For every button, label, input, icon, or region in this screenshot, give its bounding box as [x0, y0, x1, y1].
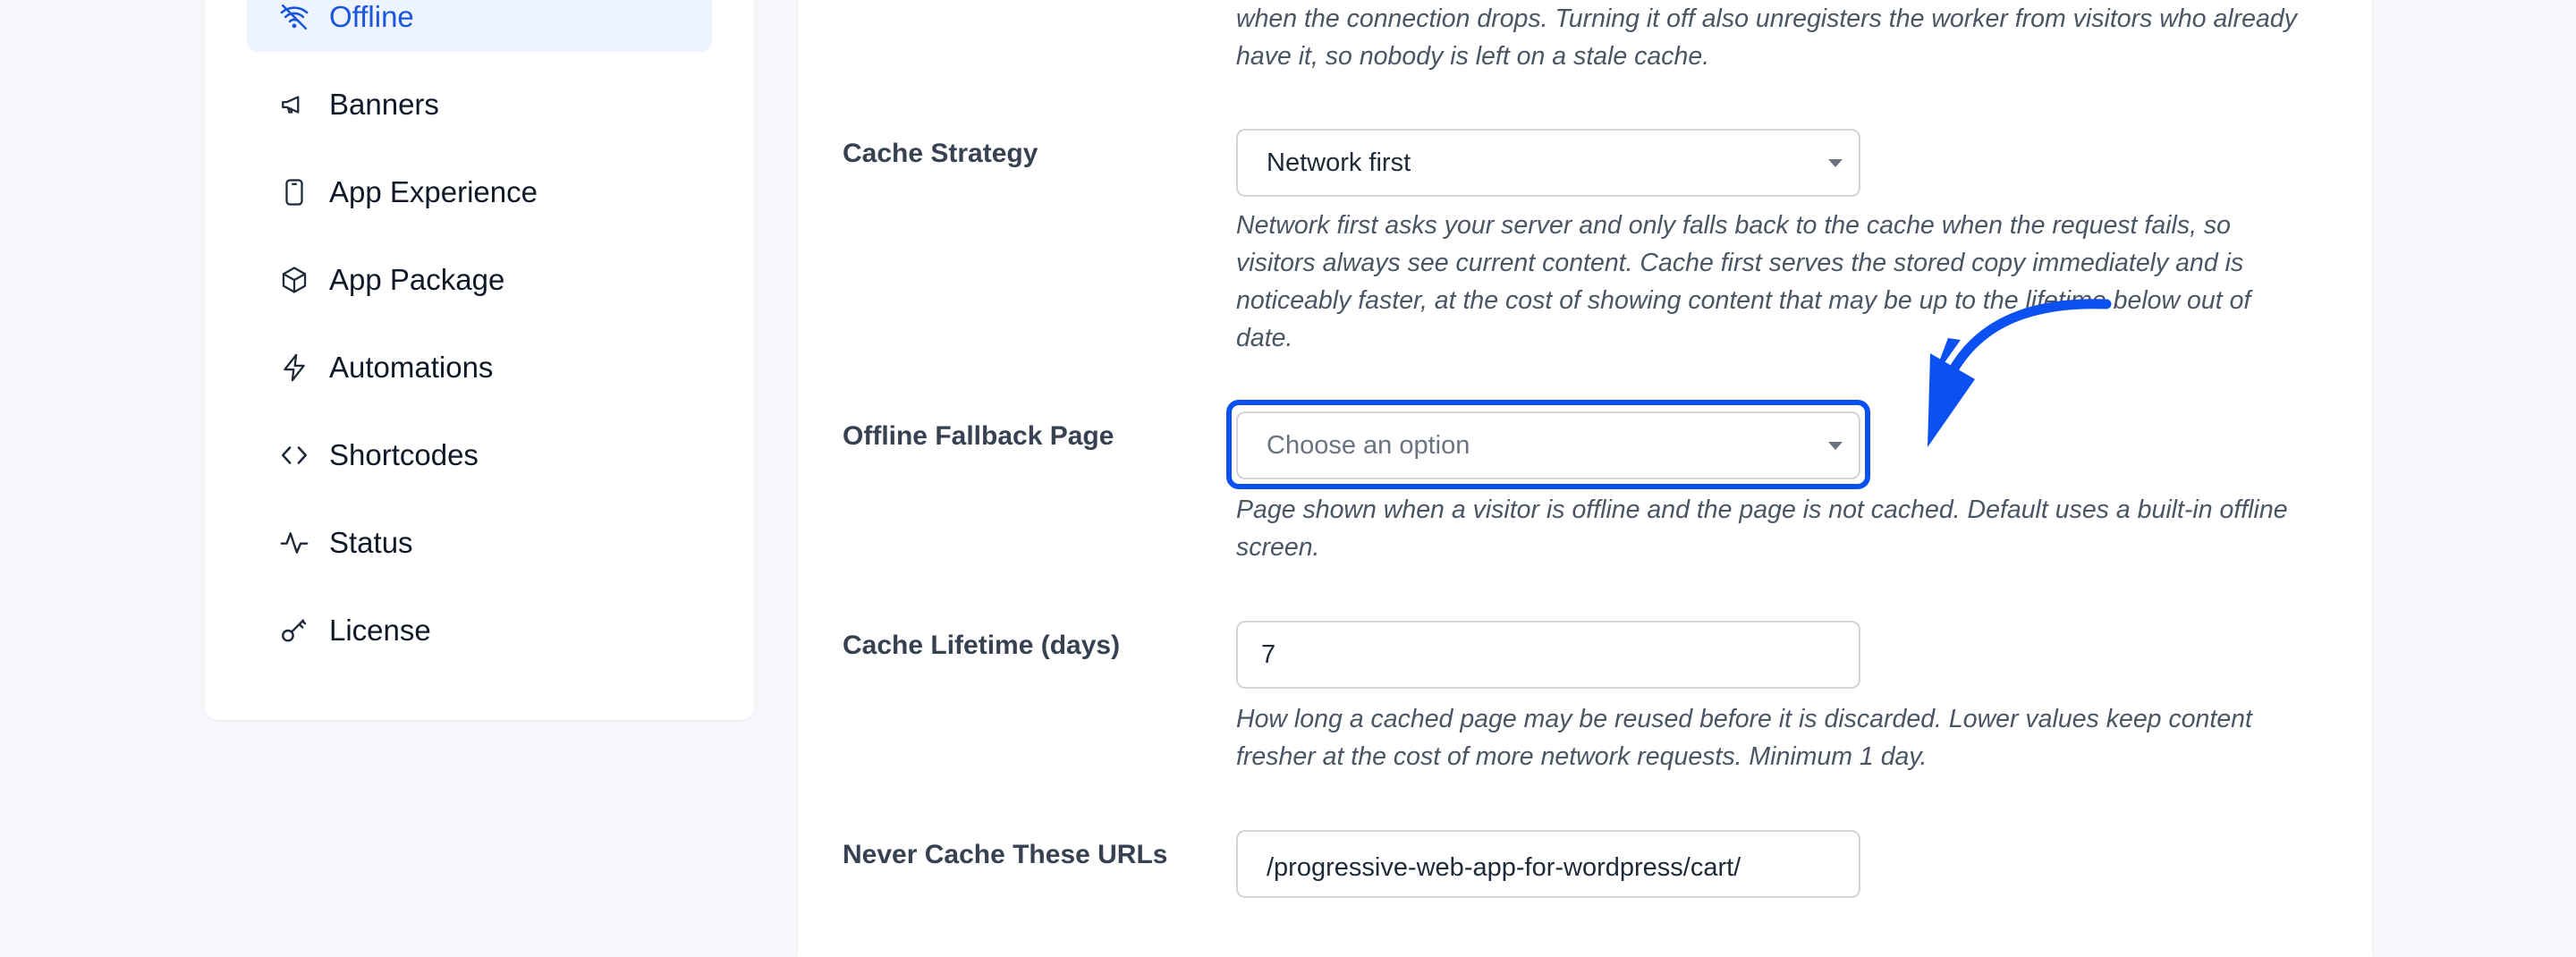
never-cache-value: /progressive-web-app-for-wordpress/cart/ — [1267, 853, 1741, 882]
wifi-off-icon — [278, 1, 310, 33]
package-icon — [278, 264, 310, 296]
sidebar-item-label: Status — [329, 526, 413, 559]
sidebar-item-label: App Package — [329, 263, 505, 296]
never-cache-label: Never Cache These URLs — [843, 840, 1168, 869]
never-cache-textarea[interactable]: /progressive-web-app-for-wordpress/cart/ — [1236, 830, 1860, 898]
bolt-icon — [278, 351, 310, 384]
key-icon — [278, 614, 310, 647]
megaphone-icon — [278, 89, 310, 121]
sidebar-item-license[interactable]: License — [247, 596, 712, 665]
cache-lifetime-description: How long a cached page may be reused bef… — [1236, 705, 2252, 771]
sidebar-item-label: Automations — [329, 351, 494, 384]
sidebar-item-app-experience[interactable]: App Experience — [247, 157, 712, 227]
cache-strategy-value: Network first — [1267, 148, 1411, 177]
code-icon — [278, 439, 310, 471]
sidebar-item-label: Offline — [329, 0, 414, 33]
cache-lifetime-label: Cache Lifetime (days) — [843, 631, 1121, 660]
chevron-down-icon — [1828, 442, 1843, 450]
cache-strategy-label: Cache Strategy — [843, 139, 1038, 168]
sidebar-item-shortcodes[interactable]: Shortcodes — [247, 420, 712, 490]
offline-fallback-select[interactable]: Choose an option — [1236, 411, 1860, 479]
sidebar-item-label: App Experience — [329, 175, 538, 208]
cache-lifetime-input[interactable]: 7 — [1236, 621, 1860, 689]
offline-fallback-placeholder: Choose an option — [1267, 430, 1470, 460]
cache-strategy-select[interactable]: Network first — [1236, 129, 1860, 197]
sidebar-item-label: Banners — [329, 88, 439, 121]
activity-icon — [278, 527, 310, 559]
sidebar-item-automations[interactable]: Automations — [247, 333, 712, 402]
cache-lifetime-value: 7 — [1261, 639, 1276, 669]
sidebar-item-banners[interactable]: Banners — [247, 70, 712, 140]
sidebar-item-status[interactable]: Status — [247, 508, 712, 578]
chevron-down-icon — [1828, 159, 1843, 167]
offline-fallback-description: Page shown when a visitor is offline and… — [1236, 495, 2288, 562]
sidebar-item-label: Shortcodes — [329, 438, 479, 471]
annotation-arrow-icon — [1928, 299, 2112, 447]
worker-description: when the connection drops. Turning it of… — [1236, 4, 2297, 71]
smartphone-icon — [278, 176, 310, 208]
sidebar-item-offline[interactable]: Offline — [247, 0, 712, 52]
sidebar-item-app-package[interactable]: App Package — [247, 245, 712, 315]
offline-fallback-label: Offline Fallback Page — [843, 421, 1114, 451]
sidebar-item-label: License — [329, 614, 431, 647]
cache-strategy-description: Network first asks your server and only … — [1236, 211, 2251, 352]
